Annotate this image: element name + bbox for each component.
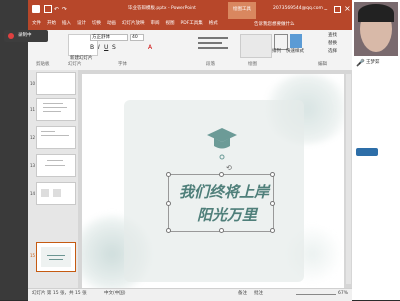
graduation-cap-icon [207, 128, 237, 160]
vertical-scrollbar[interactable] [346, 74, 351, 284]
slide-title-line2: 阳光万里 [197, 206, 258, 224]
slide-thumbnail-selected[interactable]: 15 [30, 242, 76, 272]
font-size-select[interactable]: 40 [130, 34, 144, 41]
ribbon-tab[interactable]: 视图 [166, 21, 175, 27]
slide-thumbnail[interactable]: 12 [30, 126, 76, 149]
thumbnail-number: 15 [30, 253, 36, 258]
paragraph-group [198, 34, 238, 58]
ribbon-tab[interactable]: 切换 [92, 21, 101, 27]
undo-icon[interactable]: ↶ [54, 6, 59, 13]
status-bar: 幻灯片 第 15 张，共 15 张 中文(中国) 备注 批注 67% [28, 288, 352, 301]
ribbon-tab[interactable]: 设计 [77, 21, 86, 27]
slide-count: 幻灯片 第 15 张，共 15 张 [32, 291, 87, 296]
font-color-icon[interactable]: A [148, 44, 152, 51]
resize-handle[interactable] [270, 172, 275, 177]
minimize-icon[interactable]: – [324, 5, 328, 13]
arrange-icon[interactable] [274, 34, 288, 50]
ribbon-group-label: 幻灯片 [68, 62, 82, 67]
user-email[interactable]: 2073569544@qq.com [273, 6, 323, 12]
slide-thumbnail[interactable]: 11 [30, 98, 76, 121]
ribbon-group-label: 字体 [118, 62, 127, 67]
shapes-gallery[interactable] [240, 34, 272, 58]
record-icon [8, 33, 14, 39]
resize-handle[interactable] [166, 172, 171, 177]
slide-workspace: 我们终将上岸 阳光万里 ⟲ [78, 70, 352, 288]
resize-handle[interactable] [219, 228, 224, 233]
ribbon-tab[interactable]: 开始 [47, 21, 56, 27]
save-icon[interactable] [44, 5, 52, 13]
ribbon-tab[interactable]: 格式 [209, 21, 218, 27]
arrange-label: 排列 [272, 49, 281, 54]
ribbon-group-label: 编辑 [318, 62, 327, 67]
thumbnail-number: 12 [30, 135, 36, 140]
resize-handle[interactable] [219, 172, 224, 177]
quick-styles-icon[interactable] [290, 34, 302, 48]
notes-button[interactable]: 备注 [238, 291, 247, 297]
slide-title-line1: 我们终将上岸 [179, 183, 270, 201]
select-button[interactable]: 选择 [328, 49, 337, 55]
find-button[interactable]: 查找 [328, 33, 337, 39]
slide-thumbnail[interactable]: 14 [30, 182, 76, 205]
resize-handle[interactable] [166, 228, 171, 233]
redo-icon[interactable]: ↷ [62, 6, 67, 13]
bold-icon[interactable]: B [90, 44, 94, 51]
ribbon: 新建幻灯片 方正舒体 40 B I U S A 排列 快速样式 查找 替换 选择… [28, 30, 352, 71]
slide-canvas[interactable]: 我们终将上岸 阳光万里 ⟲ [82, 74, 344, 288]
title-bar: ↶ ↷ 毕业答辩模板.pptx - PowerPoint 绘图工具 207356… [28, 0, 352, 20]
new-slide-label: 新建幻灯片 [70, 56, 93, 61]
quick-styles-label: 快速样式 [286, 49, 304, 54]
ribbon-tabs: 文件 开始 插入 设计 切换 动画 幻灯片放映 审阅 视图 PDF工具集 格式 告诉我您想要做什么 [28, 20, 352, 30]
ribbon-group-label: 剪贴板 [36, 62, 50, 67]
ribbon-tab[interactable]: 幻灯片放映 [122, 21, 145, 27]
zoom-level[interactable]: 67% [338, 291, 348, 297]
slide-thumbnail[interactable]: 10 [30, 72, 76, 95]
resize-handle[interactable] [270, 228, 275, 233]
ribbon-tab[interactable]: 审阅 [151, 21, 160, 27]
ribbon-tab[interactable]: 动画 [107, 21, 116, 27]
italic-icon[interactable]: I [98, 44, 100, 51]
ribbon-group-label: 绘图 [248, 62, 257, 67]
tell-me-box[interactable]: 告诉我您想要做什么 [254, 22, 295, 28]
thumbnail-number: 11 [30, 107, 36, 112]
camera-badge[interactable] [356, 148, 378, 156]
meeting-left-strip [0, 0, 28, 300]
context-tab-drawing-tools: 绘图工具 [228, 2, 256, 19]
language-indicator: 中文(中国) [104, 291, 126, 296]
zoom-slider[interactable] [296, 294, 336, 295]
participant-video [354, 2, 398, 56]
thumbnail-number: 13 [30, 163, 36, 168]
title-textbox[interactable]: 我们终将上岸 阳光万里 [166, 172, 275, 233]
slide-thumbnails-pane: 10 11 12 13 14 15 [28, 70, 79, 288]
meeting-right-panel: 🎤 王梦茹 [352, 0, 400, 300]
recording-indicator[interactable]: 录制中 [4, 30, 48, 42]
strikethrough-icon[interactable]: S [112, 44, 116, 51]
document-title: 毕业答辩模板.pptx - PowerPoint [128, 6, 196, 11]
replace-button[interactable]: 替换 [328, 41, 337, 47]
ribbon-group-label: 段落 [206, 62, 215, 67]
participant-name: 王梦茹 [366, 60, 380, 65]
hair [358, 4, 394, 22]
rotate-handle-icon[interactable]: ⟲ [226, 164, 232, 172]
slide-thumbnail[interactable]: 13 [30, 154, 76, 177]
maximize-icon[interactable] [334, 6, 341, 13]
underline-icon[interactable]: U [104, 44, 108, 51]
comments-button[interactable]: 批注 [254, 291, 263, 297]
ribbon-tab[interactable]: 文件 [32, 21, 41, 27]
participant-name-row: 🎤 王梦茹 [354, 58, 398, 68]
recording-label: 录制中 [18, 33, 32, 38]
ribbon-tab[interactable]: 插入 [62, 21, 71, 27]
font-name-select[interactable]: 方正舒体 [90, 34, 128, 41]
powerpoint-icon [32, 5, 40, 13]
microphone-icon[interactable]: 🎤 [356, 59, 365, 67]
resize-handle[interactable] [270, 201, 275, 206]
thumbnail-number: 14 [30, 191, 36, 196]
thumbnail-number: 10 [30, 81, 36, 86]
resize-handle[interactable] [166, 201, 171, 206]
close-icon[interactable]: × [344, 4, 351, 13]
ribbon-tab[interactable]: PDF工具集 [181, 21, 203, 27]
